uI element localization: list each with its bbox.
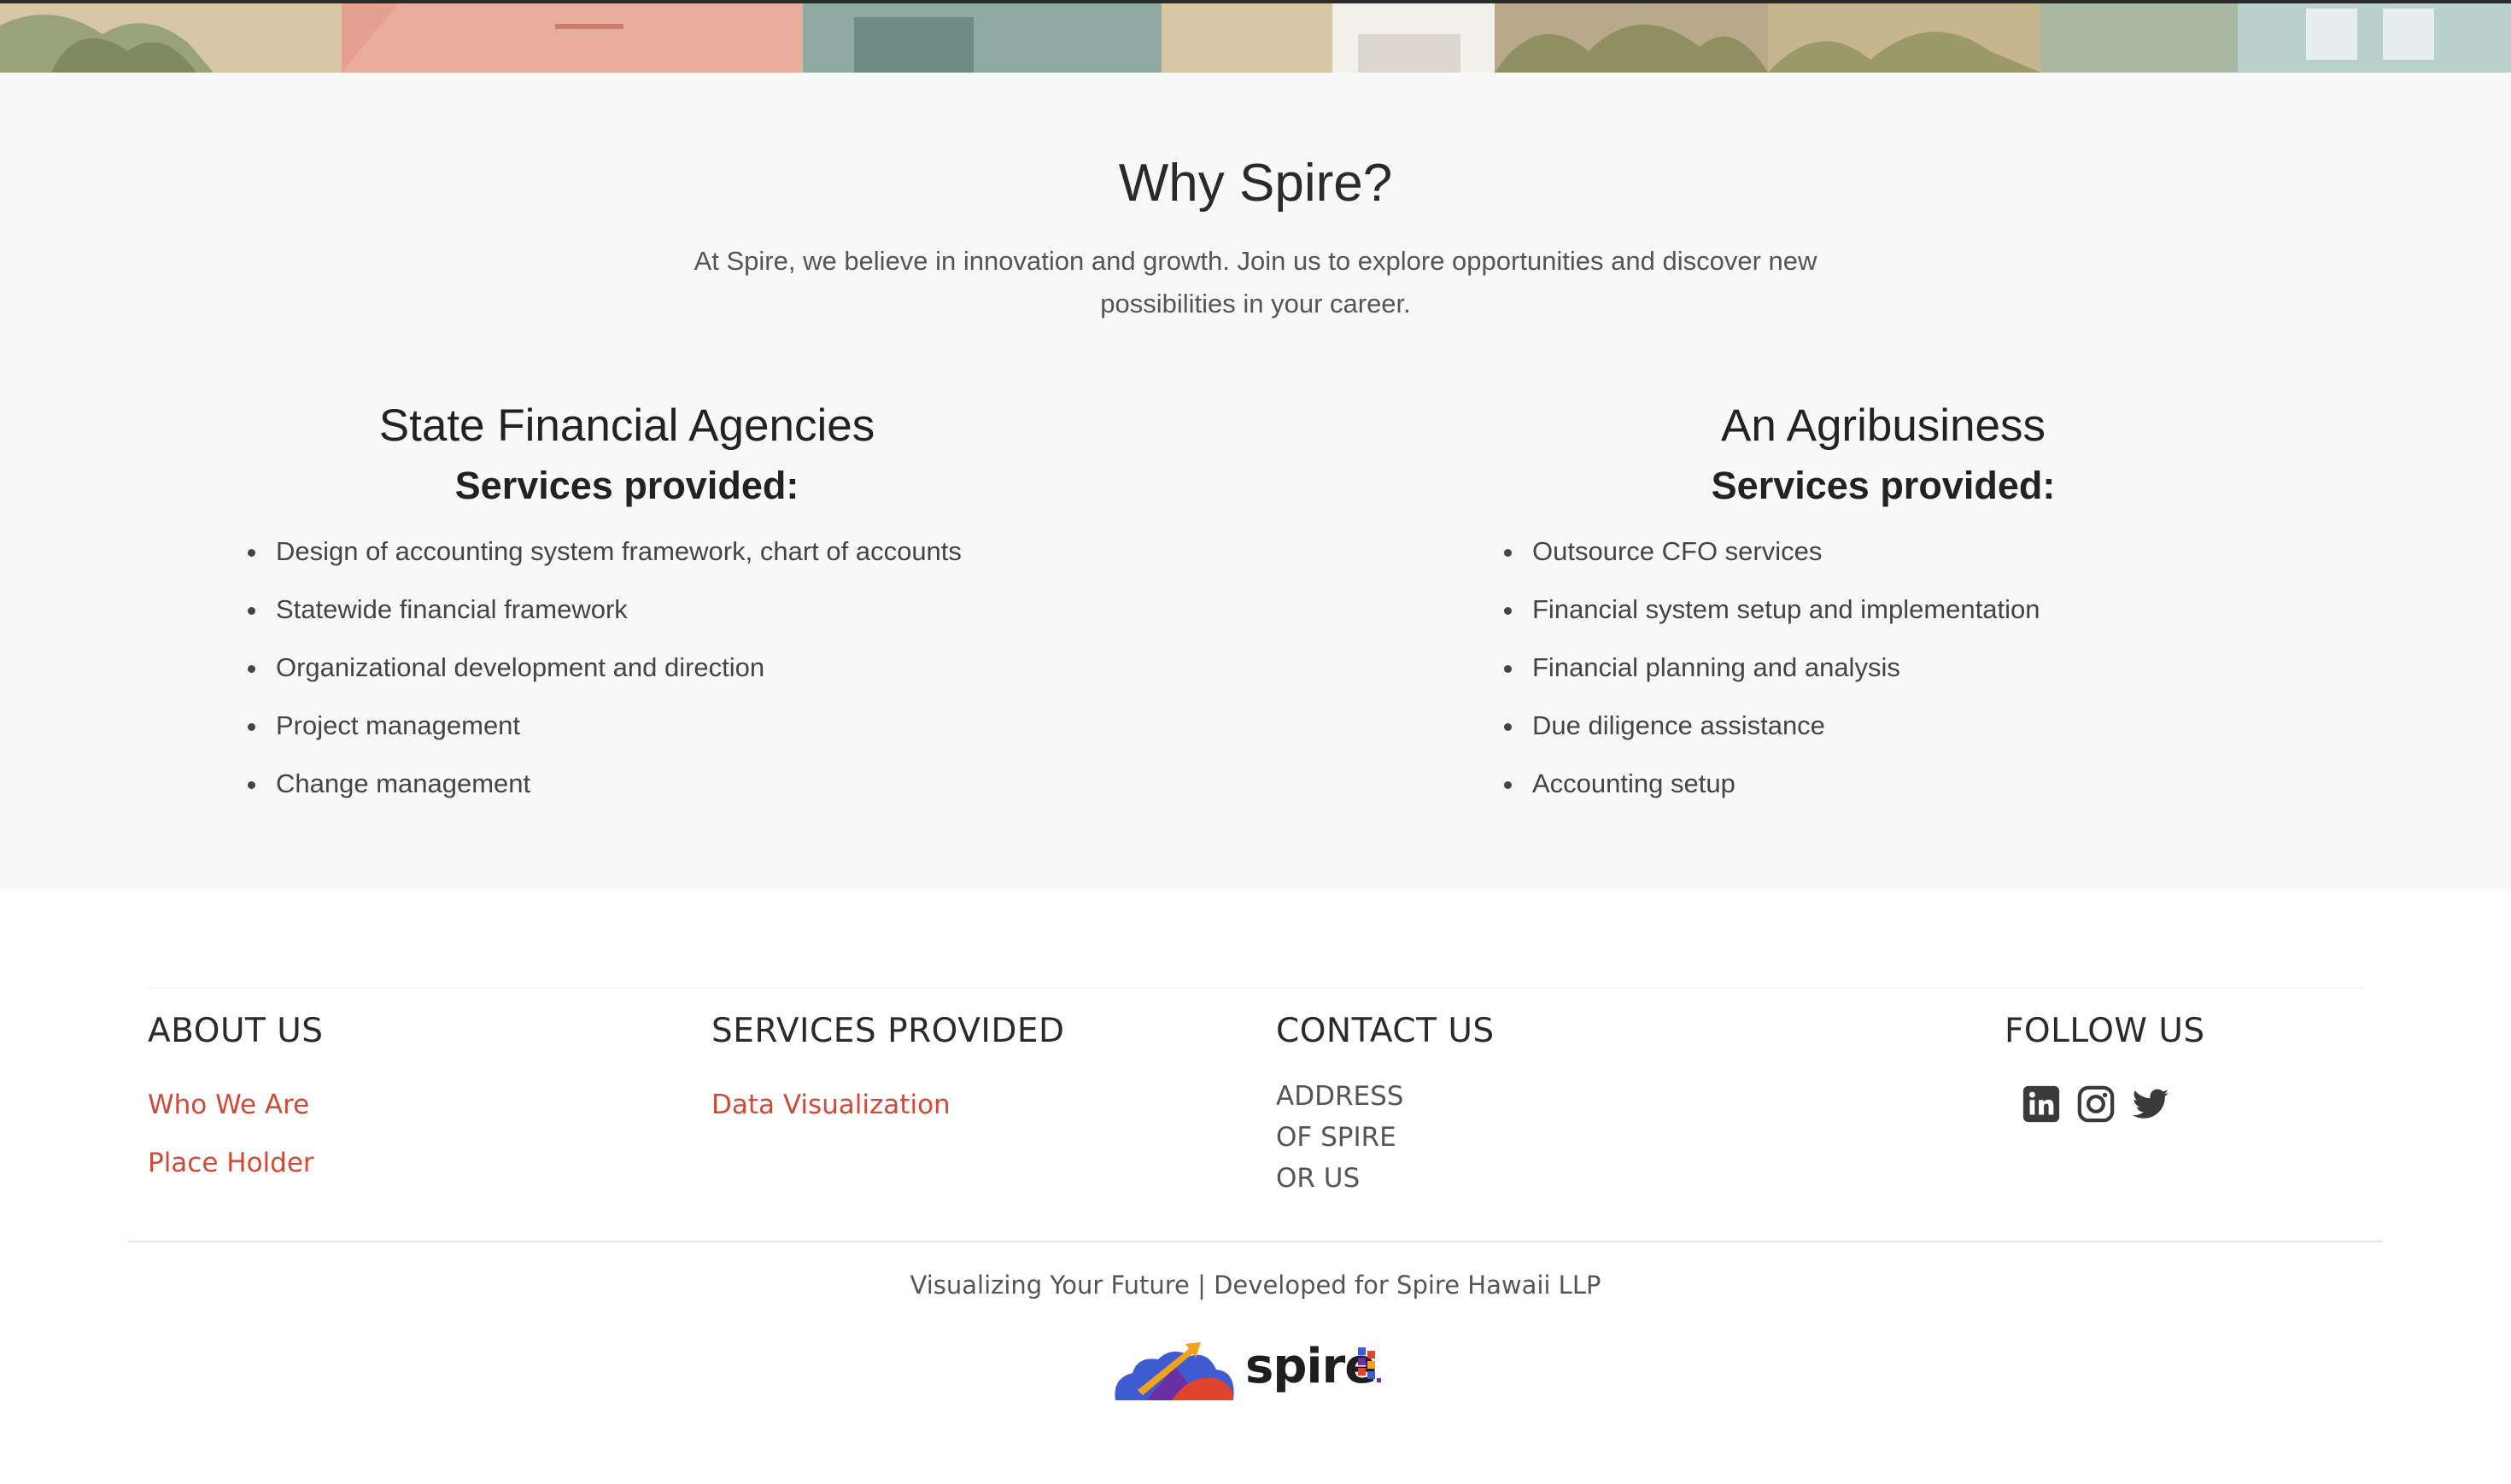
footer-follow: FOLLOW US — [2005, 1012, 2205, 1124]
footer-follow-heading: FOLLOW US — [2005, 1012, 2205, 1050]
service-item: Change management — [200, 755, 1054, 813]
footer-services-heading: SERVICES PROVIDED — [711, 1012, 1065, 1050]
footer-top-divider — [148, 987, 2363, 988]
footer-services: SERVICES PROVIDED Data Visualization — [711, 1012, 1065, 1134]
service-item: Financial planning and analysis — [1456, 639, 2310, 697]
hero-image-strip — [0, 0, 2511, 73]
footer-about: ABOUT US Who We Are Place Holder — [148, 1012, 324, 1192]
client-name: State Financial Agencies — [378, 400, 875, 451]
client-name: An Agribusiness — [1720, 400, 2046, 451]
services-heading: Services provided: — [1711, 463, 2056, 507]
services-heading: Services provided: — [454, 463, 799, 507]
spire-logo: spire — [1112, 1339, 1394, 1400]
cloud-logo-icon — [1115, 1342, 1234, 1400]
service-item: Financial system setup and implementatio… — [1456, 581, 2310, 639]
service-item: Statewide financial framework — [200, 581, 1054, 639]
footer-contact-heading: CONTACT US — [1276, 1012, 1495, 1050]
why-spire-title: Why Spire? — [1118, 154, 1393, 213]
footer-link-data-visualization[interactable]: Data Visualization — [711, 1076, 1065, 1134]
service-item: Design of accounting system framework, c… — [200, 523, 1054, 581]
footer-divider — [128, 1241, 2383, 1242]
why-spire-section: Why Spire? At Spire, we believe in innov… — [0, 73, 2511, 891]
service-item: Outsource CFO services — [1456, 523, 2310, 581]
instagram-icon[interactable] — [2076, 1084, 2116, 1124]
client-state-financial-agencies: State Financial Agencies Services provid… — [200, 397, 1054, 813]
address-line: OR US — [1276, 1163, 1361, 1194]
service-item: Organizational development and direction — [200, 639, 1054, 697]
services-list: Design of accounting system framework, c… — [200, 523, 1054, 813]
logo-wordmark: spire — [1245, 1339, 1377, 1394]
footer-contact: CONTACT US ADDRESS OF SPIRE OR US — [1276, 1012, 1495, 1199]
footer-about-heading: ABOUT US — [148, 1012, 324, 1050]
logo-bars-icon — [1358, 1347, 1381, 1382]
contact-address: ADDRESS OF SPIRE OR US — [1276, 1076, 1495, 1199]
footer-link-place-holder[interactable]: Place Holder — [148, 1134, 324, 1192]
services-list: Outsource CFO services Financial system … — [1456, 523, 2310, 813]
service-item: Project management — [200, 697, 1054, 755]
client-agribusiness: An Agribusiness Services provided: Outso… — [1456, 397, 2310, 813]
service-item: Accounting setup — [1456, 755, 2310, 813]
footer-tagline: Visualizing Your Future | Developed for … — [910, 1271, 1601, 1300]
address-line: OF SPIRE — [1276, 1122, 1396, 1153]
service-item: Due diligence assistance — [1456, 697, 2310, 755]
footer-link-who-we-are[interactable]: Who We Are — [148, 1076, 324, 1134]
twitter-icon[interactable] — [2131, 1084, 2170, 1124]
linkedin-icon[interactable] — [2022, 1084, 2061, 1124]
social-links — [2022, 1084, 2205, 1124]
why-spire-subtitle: At Spire, we believe in innovation and g… — [694, 246, 1817, 318]
address-line: ADDRESS — [1276, 1081, 1404, 1112]
